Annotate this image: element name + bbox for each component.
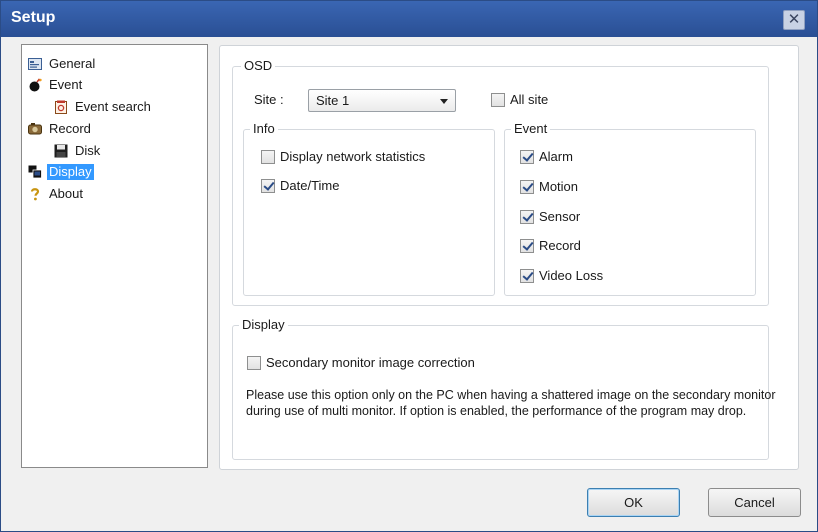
setup-window: Setup ✕ General Event Event search Recor… xyxy=(0,0,818,532)
display-network-statistics-box[interactable] xyxy=(261,149,275,164)
tree-label-about: About xyxy=(49,186,83,201)
tree-item-record[interactable]: Record xyxy=(28,119,93,139)
tree-item-event-search[interactable]: Event search xyxy=(54,97,153,117)
info-group: Info Display network statistics Date/Tim… xyxy=(243,121,495,296)
tree-label-record: Record xyxy=(49,121,91,136)
record-box[interactable] xyxy=(520,238,534,253)
video-loss-label: Video Loss xyxy=(539,268,604,283)
record-checkbox[interactable]: Record xyxy=(520,238,581,253)
site-select[interactable]: Site 1 xyxy=(308,89,456,112)
title-bar: Setup ✕ xyxy=(1,1,817,37)
about-icon xyxy=(28,187,42,201)
display-icon xyxy=(28,165,42,179)
tree-item-general[interactable]: General xyxy=(28,54,97,74)
date-time-label: Date/Time xyxy=(280,178,340,193)
motion-checkbox[interactable]: Motion xyxy=(520,179,578,194)
osd-group: OSD Site : Site 1 All site Info Display … xyxy=(232,58,769,306)
all-site-checkbox-box[interactable] xyxy=(491,92,505,107)
motion-box[interactable] xyxy=(520,179,534,194)
record-icon xyxy=(28,122,42,136)
disk-icon xyxy=(54,144,68,158)
general-icon xyxy=(28,57,42,71)
cancel-button[interactable]: Cancel xyxy=(708,488,801,517)
chevron-down-icon xyxy=(440,99,448,104)
tree-item-event[interactable]: Event xyxy=(28,75,84,95)
display-network-statistics-checkbox[interactable]: Display network statistics xyxy=(261,149,425,164)
display-settings-panel: OSD Site : Site 1 All site Info Display … xyxy=(219,45,799,470)
display-note-text: Please use this option only on the PC wh… xyxy=(246,388,776,418)
display-group-title: Display xyxy=(239,317,288,333)
display-network-statistics-label: Display network statistics xyxy=(280,149,426,164)
video-loss-box[interactable] xyxy=(520,268,534,283)
tree-label-event-search: Event search xyxy=(75,99,151,114)
tree-item-disk[interactable]: Disk xyxy=(54,141,102,161)
alarm-box[interactable] xyxy=(520,149,534,164)
date-time-checkbox[interactable]: Date/Time xyxy=(261,178,339,193)
tree-label-disk: Disk xyxy=(75,143,101,158)
sensor-box[interactable] xyxy=(520,209,534,224)
site-select-value: Site 1 xyxy=(316,93,350,108)
settings-tree: General Event Event search Record Disk D… xyxy=(21,44,208,468)
sensor-checkbox[interactable]: Sensor xyxy=(520,209,580,224)
all-site-checkbox[interactable]: All site xyxy=(491,92,548,107)
secondary-monitor-label: Secondary monitor image correction xyxy=(266,355,475,370)
video-loss-checkbox[interactable]: Video Loss xyxy=(520,268,603,283)
secondary-monitor-box[interactable] xyxy=(247,355,261,370)
site-label: Site : xyxy=(254,92,284,107)
close-button[interactable]: ✕ xyxy=(783,10,805,30)
tree-label-event: Event xyxy=(49,77,83,92)
all-site-label: All site xyxy=(510,92,549,107)
event-search-icon xyxy=(54,100,68,114)
event-icon xyxy=(28,78,42,92)
sensor-label: Sensor xyxy=(539,209,581,224)
alarm-label: Alarm xyxy=(539,149,573,164)
secondary-monitor-checkbox[interactable]: Secondary monitor image correction xyxy=(247,355,475,370)
close-icon: ✕ xyxy=(787,11,801,28)
tree-item-about[interactable]: About xyxy=(28,184,85,204)
event-group: Event Alarm Motion Sensor Record Video L… xyxy=(504,121,756,296)
date-time-box[interactable] xyxy=(261,178,275,193)
osd-group-title: OSD xyxy=(241,58,276,74)
tree-label-display: Display xyxy=(47,164,94,180)
tree-label-general: General xyxy=(49,56,96,71)
ok-button[interactable]: OK xyxy=(587,488,680,517)
event-group-title: Event xyxy=(511,121,551,137)
alarm-checkbox[interactable]: Alarm xyxy=(520,149,573,164)
info-group-title: Info xyxy=(250,121,278,137)
record-label: Record xyxy=(539,238,581,253)
window-title: Setup xyxy=(11,9,56,26)
tree-item-display[interactable]: Display xyxy=(28,162,94,182)
motion-label: Motion xyxy=(539,179,579,194)
